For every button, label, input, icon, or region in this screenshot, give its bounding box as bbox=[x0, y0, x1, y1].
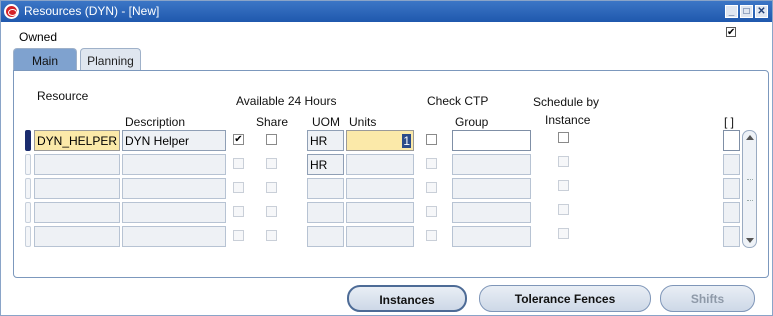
check-ctp-checkbox[interactable] bbox=[426, 230, 437, 241]
description-field[interactable] bbox=[122, 154, 226, 175]
header-description: Description bbox=[125, 115, 186, 129]
maximize-icon[interactable]: □ bbox=[740, 5, 753, 18]
share-checkbox[interactable] bbox=[266, 134, 277, 145]
check-ctp-checkbox[interactable] bbox=[426, 158, 437, 169]
row-select-box[interactable] bbox=[723, 130, 740, 151]
schedule-by-instance-checkbox[interactable] bbox=[558, 228, 569, 239]
units-field[interactable] bbox=[346, 202, 414, 223]
group-field[interactable] bbox=[452, 154, 531, 175]
available-24-hours-checkbox[interactable]: ✔ bbox=[233, 134, 244, 145]
shifts-button[interactable]: Shifts bbox=[660, 285, 755, 312]
check-ctp-checkbox[interactable] bbox=[426, 134, 437, 145]
schedule-by-instance-checkbox[interactable] bbox=[558, 156, 569, 167]
minimize-icon[interactable]: _ bbox=[725, 5, 738, 18]
record-indicator[interactable] bbox=[25, 130, 31, 151]
instances-button[interactable]: Instances bbox=[347, 285, 467, 312]
schedule-by-instance-checkbox[interactable] bbox=[558, 132, 569, 143]
owned-checkbox[interactable]: ✔ bbox=[726, 27, 736, 38]
uom-field[interactable] bbox=[307, 178, 344, 199]
scroll-down-icon[interactable] bbox=[746, 238, 754, 243]
oracle-app-icon bbox=[4, 4, 19, 19]
tab-main[interactable]: Main bbox=[13, 48, 77, 70]
header-instance: Instance bbox=[545, 113, 591, 127]
row-select-box[interactable] bbox=[723, 226, 740, 247]
owned-label: Owned bbox=[19, 30, 58, 44]
resource-field[interactable] bbox=[34, 178, 120, 199]
units-field[interactable] bbox=[346, 154, 414, 175]
group-field[interactable] bbox=[452, 202, 531, 223]
row-select-box[interactable] bbox=[723, 178, 740, 199]
schedule-by-instance-checkbox[interactable] bbox=[558, 180, 569, 191]
tab-planning[interactable]: Planning bbox=[80, 48, 141, 70]
resources-window: Resources (DYN) - [New] _ □ ✕ Owned ✔ Ma… bbox=[0, 0, 773, 316]
group-field[interactable] bbox=[452, 226, 531, 247]
row-select-box[interactable] bbox=[723, 202, 740, 223]
title-bar[interactable]: Resources (DYN) - [New] _ □ ✕ bbox=[1, 1, 772, 22]
units-value: 1 bbox=[402, 134, 411, 148]
units-field[interactable] bbox=[346, 226, 414, 247]
description-field[interactable] bbox=[122, 202, 226, 223]
check-ctp-checkbox[interactable] bbox=[426, 206, 437, 217]
share-checkbox[interactable] bbox=[266, 182, 277, 193]
header-uom: UOM bbox=[312, 115, 340, 129]
header-resource: Resource bbox=[37, 89, 89, 103]
available-24-hours-checkbox[interactable] bbox=[233, 206, 244, 217]
group-field[interactable] bbox=[452, 130, 531, 151]
resource-field[interactable] bbox=[34, 154, 120, 175]
uom-field[interactable]: HR bbox=[307, 154, 344, 175]
share-checkbox[interactable] bbox=[266, 230, 277, 241]
share-checkbox[interactable] bbox=[266, 206, 277, 217]
record-indicator[interactable] bbox=[25, 178, 31, 199]
group-field[interactable] bbox=[452, 178, 531, 199]
record-indicator[interactable] bbox=[25, 154, 31, 175]
header-schedule-by: Schedule by bbox=[533, 95, 600, 109]
available-24-hours-checkbox[interactable] bbox=[233, 182, 244, 193]
header-check-ctp: Check CTP bbox=[427, 94, 489, 108]
share-checkbox[interactable] bbox=[266, 158, 277, 169]
record-indicator[interactable] bbox=[25, 226, 31, 247]
header-folder-bracket: [ ] bbox=[724, 115, 735, 129]
header-group: Group bbox=[455, 115, 489, 129]
units-field[interactable] bbox=[346, 178, 414, 199]
header-available-24-hours: Available 24 Hours bbox=[236, 94, 337, 108]
close-icon[interactable]: ✕ bbox=[755, 5, 768, 18]
scroll-up-icon[interactable] bbox=[746, 135, 754, 140]
description-field[interactable]: DYN Helper bbox=[122, 130, 226, 151]
resource-field[interactable] bbox=[34, 202, 120, 223]
uom-field[interactable] bbox=[307, 202, 344, 223]
resource-field[interactable]: DYN_HELPER bbox=[34, 130, 120, 151]
description-field[interactable] bbox=[122, 178, 226, 199]
records-scrollbar[interactable] bbox=[742, 130, 757, 248]
scroll-grip[interactable] bbox=[747, 179, 753, 201]
available-24-hours-checkbox[interactable] bbox=[233, 158, 244, 169]
window-title: Resources (DYN) - [New] bbox=[24, 4, 160, 18]
tolerance-fences-button[interactable]: Tolerance Fences bbox=[479, 285, 651, 312]
units-field[interactable]: 1 bbox=[346, 130, 414, 151]
resource-field[interactable] bbox=[34, 226, 120, 247]
record-indicator[interactable] bbox=[25, 202, 31, 223]
schedule-by-instance-checkbox[interactable] bbox=[558, 204, 569, 215]
row-select-box[interactable] bbox=[723, 154, 740, 175]
description-field[interactable] bbox=[122, 226, 226, 247]
uom-field[interactable] bbox=[307, 226, 344, 247]
header-units: Units bbox=[349, 115, 377, 129]
available-24-hours-checkbox[interactable] bbox=[233, 230, 244, 241]
check-ctp-checkbox[interactable] bbox=[426, 182, 437, 193]
header-share: Share bbox=[256, 115, 289, 129]
uom-field[interactable]: HR bbox=[307, 130, 344, 151]
